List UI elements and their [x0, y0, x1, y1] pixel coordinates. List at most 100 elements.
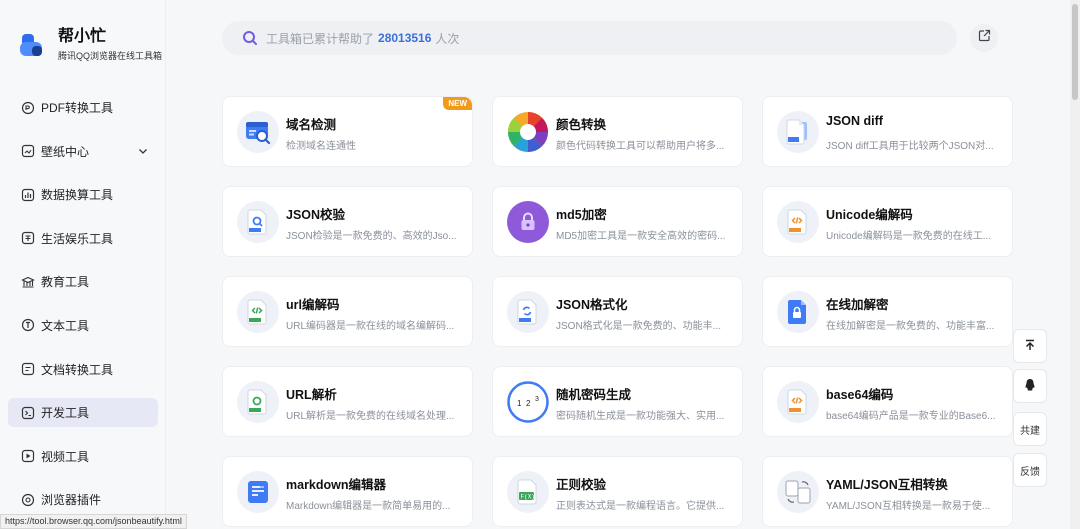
tool-card-random-password[interactable]: 123 随机密码生成 密码随机生成是一款功能强大、实用... — [492, 366, 743, 437]
card-title: md5加密 — [556, 208, 607, 222]
json-diff-icon — [777, 111, 819, 153]
tool-card-url-parse[interactable]: URL解析 URL解析是一款免费的在线域名处理... — [222, 366, 473, 437]
card-title: 域名检测 — [286, 118, 337, 132]
card-title: url编解码 — [286, 298, 340, 312]
wallpaper-icon — [21, 144, 35, 158]
share-button[interactable] — [970, 24, 998, 52]
tool-card-md5[interactable]: md5加密 MD5加密工具是一款安全高效的密码... — [492, 186, 743, 257]
url-code-icon — [237, 291, 279, 333]
sidebar-item-label: 开发工具 — [41, 406, 90, 421]
brand-subtitle: 腾讯QQ浏览器在线工具箱 — [58, 51, 163, 61]
feedback-label: 反馈 — [1020, 466, 1040, 478]
feedback-button[interactable]: 反馈 — [1013, 453, 1047, 487]
card-desc: MD5加密工具是一款安全高效的密码... — [556, 231, 726, 242]
card-title: JSON diff — [826, 114, 883, 128]
sidebar-nav: PDF转换工具 壁纸中心 数据换算工具 生活娱乐工具 教育工具 文本工具 文档转… — [8, 93, 158, 529]
card-desc: JSON格式化是一款免费的、功能丰... — [556, 321, 722, 332]
sidebar-item-label: PDF转换工具 — [41, 101, 114, 115]
tool-card-url-code[interactable]: url编解码 URL编码器是一款在线的域名编解码... — [222, 276, 473, 347]
back-to-top-icon — [1023, 338, 1037, 355]
unicode-icon — [777, 201, 819, 243]
sidebar-item-pdf[interactable]: PDF转换工具 — [8, 93, 158, 122]
sidebar-item-label: 壁纸中心 — [41, 144, 90, 159]
svg-text:F(X): F(X) — [521, 494, 535, 501]
brand[interactable]: 帮小忙 腾讯QQ浏览器在线工具箱 — [20, 28, 162, 62]
card-title: Unicode编解码 — [826, 208, 913, 222]
sidebar-item-education[interactable]: 教育工具 — [8, 267, 158, 296]
pdf-icon — [21, 101, 35, 115]
scrollbar[interactable] — [1070, 0, 1080, 529]
card-title: markdown编辑器 — [286, 478, 387, 492]
card-desc: URL解析是一款免费的在线域名处理... — [286, 411, 455, 422]
tool-card-regex[interactable]: F(X) 正则校验 正则表达式是一款编程语言。它提供... — [492, 456, 743, 527]
card-title: YAML/JSON互相转换 — [826, 478, 948, 492]
qq-button[interactable] — [1013, 369, 1047, 403]
color-wheel-icon — [507, 111, 549, 153]
search-suffix: 人次 — [435, 31, 460, 46]
life-icon — [21, 231, 35, 245]
tool-card-json-check[interactable]: JSON校验 JSON检验是一款免费的、高效的Jso... — [222, 186, 473, 257]
plugin-icon — [21, 493, 35, 507]
tool-card-json-diff[interactable]: JSON diff JSON diff工具用于比较两个JSON对... — [762, 96, 1013, 167]
tool-card-unicode[interactable]: Unicode编解码 Unicode编解码是一款免费的在线工... — [762, 186, 1013, 257]
card-title: 在线加解密 — [826, 298, 889, 312]
card-desc: 在线加解密是一款免费的、功能丰富... — [826, 321, 995, 332]
new-badge: NEW — [443, 97, 472, 110]
card-desc: 颜色代码转换工具可以帮助用户将多... — [556, 141, 725, 152]
card-desc: JSON检验是一款免费的、高效的Jso... — [286, 231, 457, 242]
chevron-down-icon[interactable] — [138, 145, 148, 159]
tool-card-markdown[interactable]: markdown编辑器 Markdown编辑器是一款简单易用的... — [222, 456, 473, 527]
sidebar-item-label: 视频工具 — [41, 449, 90, 464]
sidebar-item-doc[interactable]: 文档转换工具 — [8, 355, 158, 384]
card-desc: Unicode编解码是一款免费的在线工... — [826, 231, 992, 242]
sidebar-item-wallpaper[interactable]: 壁纸中心 — [8, 137, 158, 166]
search-icon — [242, 30, 258, 46]
tool-card-domain-check[interactable]: 域名检测 检测域名连通性 NEW — [222, 96, 473, 167]
base64-icon — [777, 381, 819, 423]
tool-card-json-format[interactable]: JSON格式化 JSON格式化是一款免费的、功能丰... — [492, 276, 743, 347]
card-desc: base64编码产品是一款专业的Base6... — [826, 411, 996, 422]
encrypt-icon — [777, 291, 819, 333]
svg-text:3: 3 — [535, 396, 539, 403]
card-title: JSON格式化 — [556, 298, 628, 312]
card-title: base64编码 — [826, 388, 894, 402]
sidebar-item-life[interactable]: 生活娱乐工具 — [8, 224, 158, 253]
card-desc: YAML/JSON互相转换是一款易于使... — [826, 501, 991, 512]
tool-card-base64[interactable]: base64编码 base64编码产品是一款专业的Base6... — [762, 366, 1013, 437]
sidebar-item-label: 文档转换工具 — [41, 362, 114, 377]
yaml-json-icon — [777, 471, 819, 513]
regex-icon: F(X) — [507, 471, 549, 513]
sidebar-item-label: 文本工具 — [41, 318, 90, 333]
tool-card-yaml-json[interactable]: YAML/JSON互相转换 YAML/JSON互相转换是一款易于使... — [762, 456, 1013, 527]
sidebar-item-dev[interactable]: 开发工具 — [8, 398, 158, 428]
brand-logo — [20, 32, 44, 58]
card-title: URL解析 — [286, 388, 337, 402]
brand-title: 帮小忙 — [58, 28, 107, 45]
markdown-icon — [237, 471, 279, 513]
sidebar-item-label: 生活娱乐工具 — [41, 231, 114, 246]
qq-icon — [1024, 378, 1036, 395]
card-desc: Markdown编辑器是一款简单易用的... — [286, 501, 451, 512]
card-desc: 密码随机生成是一款功能强大、实用... — [556, 411, 725, 422]
sidebar-item-data[interactable]: 数据换算工具 — [8, 180, 158, 209]
build-button[interactable]: 共建 — [1013, 412, 1047, 446]
search-prefix: 工具箱已累计帮助了 — [266, 31, 375, 46]
data-icon — [21, 188, 35, 202]
tool-card-encrypt[interactable]: 在线加解密 在线加解密是一款免费的、功能丰富... — [762, 276, 1013, 347]
sidebar: 帮小忙 腾讯QQ浏览器在线工具箱 PDF转换工具 壁纸中心 数据换算工具 生活娱… — [0, 0, 166, 529]
search-bar[interactable]: 工具箱已累计帮助了 28013516 人次 — [222, 21, 957, 55]
sidebar-item-plugin[interactable]: 浏览器插件 — [8, 485, 158, 514]
sidebar-item-text[interactable]: 文本工具 — [8, 311, 158, 340]
back-to-top-button[interactable] — [1013, 329, 1047, 363]
lock-icon — [507, 201, 549, 243]
status-url-bar: https://tool.browser.qq.com/jsonbeautify… — [0, 514, 187, 529]
tool-card-color-convert[interactable]: 颜色转换 颜色代码转换工具可以帮助用户将多... — [492, 96, 743, 167]
card-desc: 正则表达式是一款编程语言。它提供... — [556, 501, 725, 512]
scrollbar-thumb[interactable] — [1072, 4, 1078, 100]
json-check-icon — [237, 201, 279, 243]
text-icon — [21, 318, 35, 332]
video-icon — [21, 449, 35, 463]
sidebar-item-video[interactable]: 视频工具 — [8, 442, 158, 471]
url-parse-icon — [237, 381, 279, 423]
share-icon — [978, 29, 991, 47]
